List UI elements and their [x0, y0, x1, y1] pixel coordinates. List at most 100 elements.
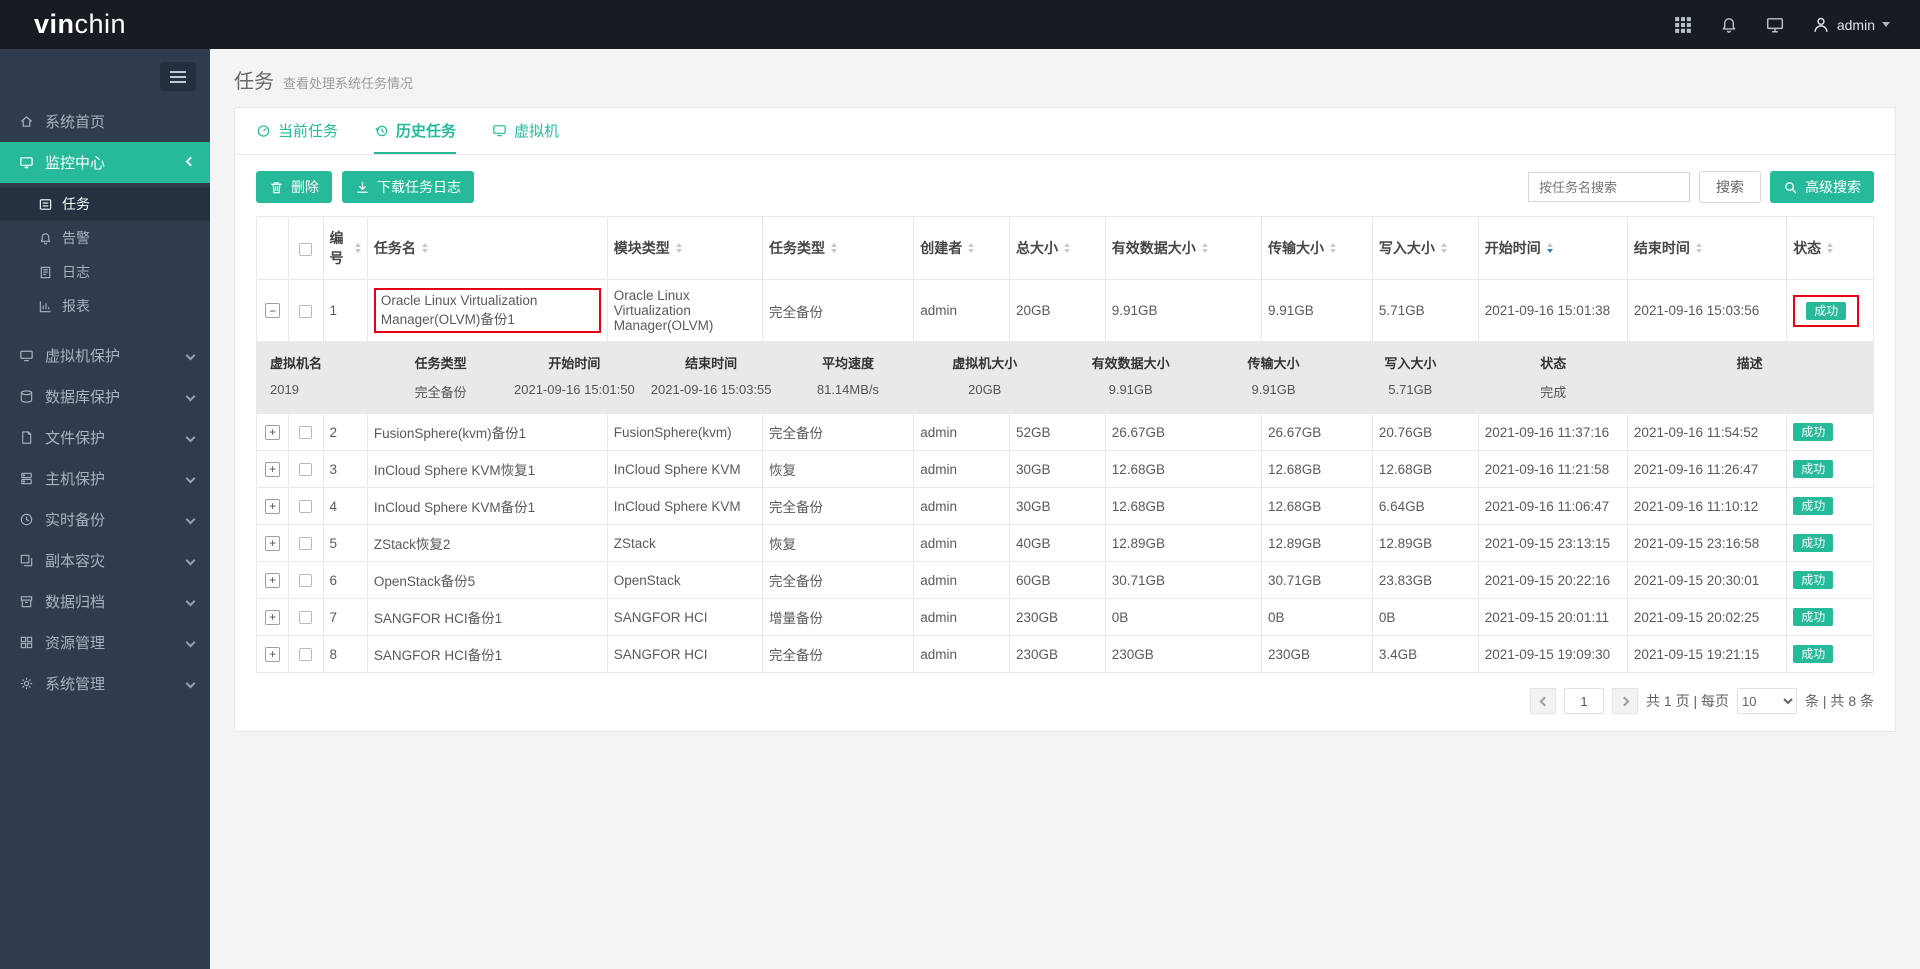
cell-start-time: 2021-09-15 20:01:11	[1477, 598, 1628, 636]
table-row[interactable]: + 3 InCloud Sphere KVM恢复1 InCloud Sphere…	[255, 450, 1874, 488]
search-input[interactable]	[1528, 172, 1690, 202]
sort-icons	[968, 243, 975, 253]
apps-grid-icon[interactable]	[1674, 16, 1692, 34]
vm-monitor-icon	[493, 124, 506, 136]
sort-icons	[675, 243, 682, 253]
sidebar-item-logs[interactable]: 日志	[0, 255, 210, 289]
select-all-checkbox[interactable]	[299, 242, 313, 256]
expand-row-icon[interactable]: +	[265, 461, 281, 477]
row-checkbox[interactable]	[299, 648, 313, 662]
sidebar-item-tasks[interactable]: 任务	[0, 187, 210, 221]
status-badge: 成功	[1793, 460, 1834, 478]
column-header-task-type[interactable]: 任务类型	[762, 216, 915, 280]
column-header-module-type[interactable]: 模块类型	[606, 216, 764, 280]
table-row[interactable]: + 7 SANGFOR HCI备份1 SANGFOR HCI 增量备份 admi…	[255, 598, 1874, 636]
column-header-creator[interactable]: 创建者	[913, 216, 1010, 280]
cell-end-time: 2021-09-15 20:30:01	[1626, 561, 1788, 599]
sidebar-item-db-protection[interactable]: 数据库保护	[0, 376, 210, 417]
column-header-start-time[interactable]: 开始时间	[1477, 216, 1628, 280]
bell-icon[interactable]	[1720, 16, 1738, 34]
column-header-id[interactable]: 编号	[322, 216, 368, 280]
row-checkbox[interactable]	[299, 537, 313, 551]
cell-module-type: InCloud Sphere KVM	[606, 450, 764, 488]
cell-status: 成功	[1786, 279, 1874, 342]
cell-total-size: 30GB	[1008, 450, 1106, 488]
home-icon	[20, 116, 33, 127]
chevron-right-icon	[1619, 696, 1629, 706]
table-row[interactable]: + 5 ZStack恢复2 ZStack 恢复 admin 40GB 12.89…	[255, 524, 1874, 562]
cell-creator: admin	[913, 524, 1010, 562]
sidebar-item-home[interactable]: 系统首页	[0, 101, 210, 142]
table-row[interactable]: + 4 InCloud Sphere KVM备份1 InCloud Sphere…	[255, 487, 1874, 525]
sidebar-item-reports[interactable]: 报表	[0, 289, 210, 323]
row-checkbox[interactable]	[299, 500, 313, 514]
expand-row-icon[interactable]: +	[265, 535, 281, 551]
cell-valid-data-size: 12.89GB	[1104, 524, 1263, 562]
status-badge: 成功	[1793, 497, 1834, 515]
sidebar-item-data-archive[interactable]: 数据归档	[0, 581, 210, 622]
column-header-total-size[interactable]: 总大小	[1008, 216, 1106, 280]
expand-row-icon[interactable]: +	[265, 572, 281, 588]
cell-written-size: 12.68GB	[1371, 450, 1479, 488]
next-page-button[interactable]	[1612, 688, 1639, 714]
row-checkbox[interactable]	[299, 426, 313, 440]
delete-button[interactable]: 删除	[256, 171, 332, 203]
sidebar-item-realtime-backup[interactable]: 实时备份	[0, 499, 210, 540]
copy-icon	[20, 554, 33, 567]
sidebar-item-alerts[interactable]: 告警	[0, 221, 210, 255]
sidebar-item-vm-protection[interactable]: 虚拟机保护	[0, 335, 210, 376]
column-header-end-time[interactable]: 结束时间	[1626, 216, 1788, 280]
table-row[interactable]: + 8 SANGFOR HCI备份1 SANGFOR HCI 完全备份 admi…	[255, 635, 1874, 673]
tab-current-tasks[interactable]: 当前任务	[256, 108, 338, 154]
cell-valid-data-size: 12.68GB	[1104, 450, 1263, 488]
sidebar-item-monitor-center[interactable]: 监控中心	[0, 142, 210, 183]
annotation-box-status: 成功	[1793, 294, 1860, 327]
sidebar-item-resource-management[interactable]: 资源管理	[0, 622, 210, 663]
cell-valid-data-size: 30.71GB	[1104, 561, 1263, 599]
column-header-valid-data-size[interactable]: 有效数据大小	[1104, 216, 1263, 280]
collapse-row-icon[interactable]: −	[265, 303, 281, 319]
log-icon	[40, 266, 51, 278]
page-header: 任务 查看处理系统任务情况	[210, 49, 1920, 94]
tab-bar: 当前任务 历史任务 虚拟机	[235, 108, 1895, 155]
sidebar-item-replica-dr[interactable]: 副本容灾	[0, 540, 210, 581]
expand-row-icon[interactable]: +	[265, 609, 281, 625]
expand-row-icon[interactable]: +	[265, 646, 281, 662]
sidebar-item-host-protection[interactable]: 主机保护	[0, 458, 210, 499]
monitor-icon[interactable]	[1766, 16, 1784, 34]
table-row[interactable]: − 1 Oracle Linux Virtualization Manager(…	[255, 279, 1874, 342]
tasks-icon	[39, 198, 52, 210]
sidebar-item-file-protection[interactable]: 文件保护	[0, 417, 210, 458]
column-header-task-name[interactable]: 任务名	[366, 216, 608, 280]
column-header-written-size[interactable]: 写入大小	[1371, 216, 1479, 280]
table-row[interactable]: + 2 FusionSphere(kvm)备份1 FusionSphere(kv…	[255, 413, 1874, 451]
sidebar-collapse-button[interactable]	[160, 62, 196, 91]
cell-task-type: 完全备份	[762, 561, 915, 599]
table-row[interactable]: + 6 OpenStack备份5 OpenStack 完全备份 admin 60…	[255, 561, 1874, 599]
row-checkbox[interactable]	[299, 304, 313, 318]
cell-task-type: 完全备份	[762, 635, 915, 673]
tab-history-tasks[interactable]: 历史任务	[374, 108, 457, 154]
user-menu[interactable]: admin	[1812, 16, 1890, 34]
cell-task-type: 完全备份	[762, 279, 915, 342]
page-number-input[interactable]	[1564, 688, 1605, 714]
expand-row-icon[interactable]: +	[265, 498, 281, 514]
chevron-down-icon	[185, 156, 196, 166]
vm-detail-grid: 虚拟机名 2019 任务类型 完全备份 开始时间 2021-09-16 15:01:5…	[270, 356, 1763, 400]
cell-end-time: 2021-09-16 15:03:56	[1626, 279, 1788, 342]
row-checkbox[interactable]	[299, 463, 313, 477]
tab-virtual-machines[interactable]: 虚拟机	[492, 108, 559, 154]
row-checkbox[interactable]	[299, 611, 313, 625]
user-icon	[1814, 17, 1828, 32]
advanced-search-button[interactable]: 高级搜索	[1770, 171, 1874, 203]
chevron-left-icon	[185, 678, 196, 689]
search-button[interactable]: 搜索	[1699, 171, 1761, 203]
prev-page-button[interactable]	[1530, 688, 1557, 714]
sidebar-item-system-management[interactable]: 系统管理	[0, 663, 210, 704]
column-header-transfer-size[interactable]: 传输大小	[1261, 216, 1373, 280]
expand-row-icon[interactable]: +	[265, 424, 281, 440]
per-page-select[interactable]: 10	[1737, 688, 1798, 714]
download-task-log-button[interactable]: 下载任务日志	[342, 171, 474, 203]
column-header-status[interactable]: 状态	[1786, 216, 1874, 280]
row-checkbox[interactable]	[299, 574, 313, 588]
